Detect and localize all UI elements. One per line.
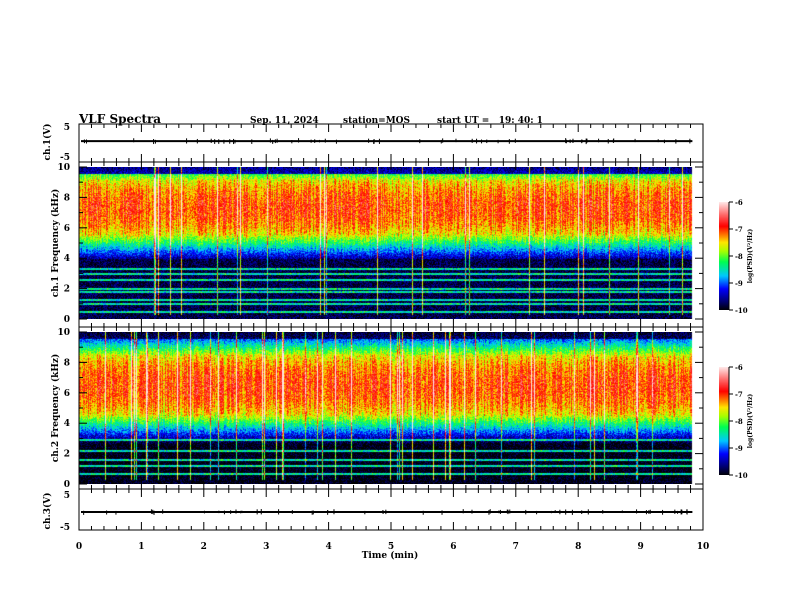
colorbar-tick-label: -10 <box>735 471 748 480</box>
colorbar-tick-label: -8 <box>735 417 743 426</box>
x-tick-label: 3 <box>263 542 269 552</box>
colorbar-tick-label: -10 <box>735 306 748 315</box>
y-axis-label: ch.2 Frequency (kHz) <box>50 354 61 463</box>
colorbar-tick-label: -7 <box>735 225 743 234</box>
colorbar-tick-label: -8 <box>735 252 743 261</box>
x-tick-label: 2 <box>201 542 207 552</box>
vlf-spectra-figure: VLF Spectra Sep. 11, 2024 station=MOS st… <box>0 0 792 612</box>
colorbar-tick-label: -6 <box>735 363 743 372</box>
x-tick-label: 8 <box>575 542 581 552</box>
colorbar-label: log(PSD)(V²/Hz) <box>747 229 754 284</box>
colorbar-tick-label: -7 <box>735 390 743 399</box>
y-tick-label: 10 <box>57 163 70 173</box>
y-axis-label: ch.1(V) <box>42 124 53 161</box>
y-tick-label: 8 <box>64 358 70 368</box>
y-tick-label: 2 <box>64 450 70 460</box>
x-tick-label: 4 <box>325 542 331 552</box>
colorbar-tick-label: -6 <box>735 198 743 207</box>
y-tick-label: 0 <box>64 480 70 490</box>
colorbar-tick-label: -9 <box>735 444 743 453</box>
y-tick-label: 6 <box>64 224 70 234</box>
colorbar-tick-label: -9 <box>735 279 743 288</box>
y-tick-label: -5 <box>60 523 70 533</box>
y-axis-label: ch.1 Frequency (kHz) <box>50 189 61 298</box>
panel-frame <box>78 326 704 490</box>
x-tick-label: 0 <box>76 542 82 552</box>
y-axis-label: ch.3(V) <box>42 493 53 530</box>
x-axis-label: Time (min) <box>362 550 419 561</box>
x-tick-label: 10 <box>697 542 710 552</box>
x-tick-label: 1 <box>138 542 144 552</box>
axes-overlay: VLF Spectra Sep. 11, 2024 station=MOS st… <box>42 112 754 561</box>
y-tick-label: -5 <box>60 153 70 163</box>
y-tick-label: 2 <box>64 285 70 295</box>
x-tick-label: 7 <box>513 542 519 552</box>
x-tick-label: 9 <box>637 542 643 552</box>
y-tick-label: 8 <box>64 193 70 203</box>
y-tick-label: 5 <box>64 123 70 133</box>
y-tick-label: 4 <box>64 419 70 429</box>
y-tick-label: 0 <box>64 315 70 325</box>
y-tick-label: 10 <box>57 328 70 338</box>
x-tick-label: 6 <box>450 542 456 552</box>
y-tick-label: 4 <box>64 254 70 264</box>
y-tick-label: 6 <box>64 389 70 399</box>
y-tick-label: 5 <box>64 491 70 501</box>
colorbar-label: log(PSD)(V²/Hz) <box>747 394 754 449</box>
panel-frame <box>78 161 704 328</box>
